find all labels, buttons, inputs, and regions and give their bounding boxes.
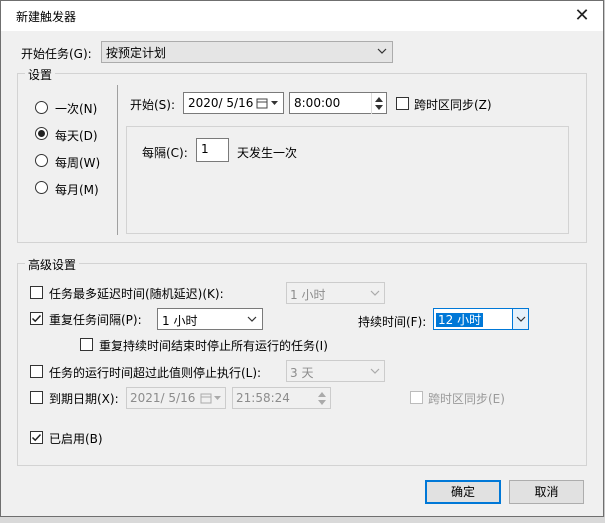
expire-label: 到期日期(X):	[49, 392, 119, 406]
spin-down-icon[interactable]	[375, 105, 383, 111]
expire-time-field[interactable]: 21:58:24	[232, 387, 331, 409]
spin-down-icon	[318, 400, 326, 405]
stop-if-longer-value: 3 天	[290, 366, 314, 380]
expire-date-picker[interactable]: 2021/ 5/16	[126, 387, 226, 409]
sync-timezone-label: 跨时区同步(Z)	[414, 98, 492, 112]
every-suffix: 天发生一次	[237, 146, 298, 160]
recurrence-panel	[126, 126, 569, 234]
spin-up-icon[interactable]	[375, 96, 383, 102]
settings-group-label: 设置	[25, 66, 56, 83]
radio-once[interactable]	[35, 101, 48, 114]
repeat-select[interactable]: 1 小时	[157, 308, 263, 330]
chevron-down-icon	[516, 316, 526, 322]
title-bar: 新建触发器 ✕	[1, 1, 603, 31]
begin-task-label: 开始任务(G):	[21, 47, 92, 61]
every-value: 1	[201, 142, 209, 156]
delay-label: 任务最多延迟时间(随机延迟)(K):	[49, 287, 224, 301]
duration-value: 12 小时	[436, 313, 484, 327]
advanced-settings-label: 高级设置	[25, 256, 80, 273]
expire-checkbox[interactable]	[30, 391, 43, 404]
radio-daily-label: 每天(D)	[55, 129, 98, 143]
ok-button[interactable]: 确定	[425, 480, 501, 504]
radio-weekly[interactable]	[35, 154, 48, 167]
sync-timezone-checkbox[interactable]	[396, 97, 409, 110]
start-date-value: 2020/ 5/16	[188, 96, 254, 110]
chevron-down-icon	[271, 101, 278, 105]
calendar-icon	[200, 393, 212, 404]
start-time-value: 8:00:00	[294, 96, 341, 110]
begin-task-select[interactable]: 按预定计划	[101, 41, 393, 63]
duration-select[interactable]: 12 小时	[433, 308, 529, 330]
chevron-down-icon	[370, 368, 380, 374]
stop-if-longer-label: 任务的运行时间超过此值则停止执行(L):	[49, 366, 262, 380]
checkmark-icon	[31, 433, 42, 442]
repeat-label: 重复任务间隔(P):	[49, 313, 142, 327]
checkmark-icon	[31, 314, 42, 323]
chevron-down-icon	[214, 396, 221, 400]
stop-all-label: 重复持续时间结束时停止所有运行的任务(I)	[99, 339, 328, 353]
stop-if-longer-select[interactable]: 3 天	[286, 360, 385, 382]
radio-monthly-label: 每月(M)	[55, 183, 99, 197]
repeat-checkbox[interactable]	[30, 312, 43, 325]
chevron-down-icon	[377, 48, 387, 54]
enabled-label: 已启用(B)	[49, 432, 103, 446]
radio-weekly-label: 每周(W)	[55, 156, 101, 170]
radio-daily[interactable]	[35, 127, 48, 140]
repeat-value: 1 小时	[162, 314, 198, 328]
cancel-button[interactable]: 取消	[509, 480, 584, 504]
expire-date-value: 2021/ 5/16	[130, 391, 196, 405]
duration-dropdown-button[interactable]	[512, 309, 528, 329]
close-icon[interactable]: ✕	[567, 3, 597, 29]
dialog-title: 新建触发器	[16, 10, 77, 24]
delay-value: 1 小时	[290, 288, 326, 302]
delay-select[interactable]: 1 小时	[286, 282, 385, 304]
begin-task-value: 按预定计划	[106, 46, 167, 60]
time-spinner[interactable]	[371, 93, 386, 114]
enabled-checkbox[interactable]	[30, 431, 43, 444]
chevron-down-icon	[370, 290, 380, 296]
spin-up-icon	[318, 392, 326, 397]
start-time-field[interactable]: 8:00:00	[289, 92, 387, 114]
duration-label: 持续时间(F):	[358, 315, 427, 329]
chevron-down-icon	[247, 316, 257, 322]
start-label: 开始(S):	[130, 98, 176, 112]
every-input[interactable]: 1	[196, 138, 229, 162]
radio-once-label: 一次(N)	[55, 102, 98, 116]
new-trigger-dialog: 新建触发器 ✕ 开始任务(G): 按预定计划 设置 一次(N) 每天(D) 每周…	[0, 0, 604, 517]
delay-checkbox[interactable]	[30, 286, 43, 299]
background-strip-bottom	[0, 517, 605, 523]
settings-divider	[117, 85, 118, 235]
stop-if-longer-checkbox[interactable]	[30, 365, 43, 378]
radio-monthly[interactable]	[35, 181, 48, 194]
expire-time-value: 21:58:24	[236, 391, 290, 405]
expire-sync-timezone-label: 跨时区同步(E)	[428, 392, 505, 406]
stop-all-checkbox[interactable]	[80, 338, 93, 351]
calendar-icon[interactable]	[256, 97, 268, 109]
every-label: 每隔(C):	[142, 146, 188, 160]
start-date-picker[interactable]: 2020/ 5/16	[183, 92, 284, 114]
expire-sync-timezone-checkbox[interactable]	[410, 391, 423, 404]
